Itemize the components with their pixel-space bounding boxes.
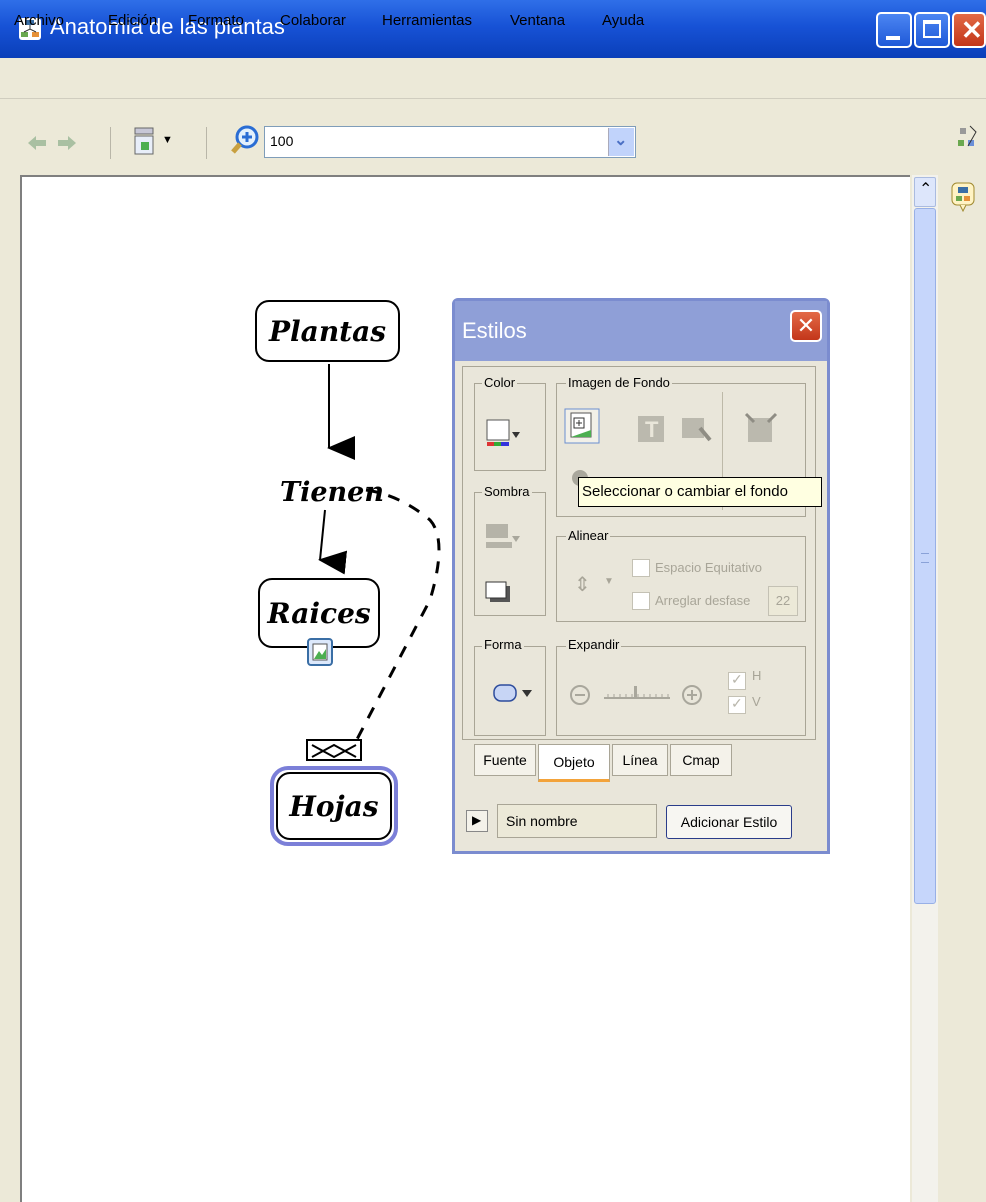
fix-offset-label: Arreglar desfase xyxy=(655,593,751,608)
close-icon: ✕ xyxy=(796,313,816,338)
select-background-icon[interactable] xyxy=(564,408,600,444)
expand-h-checkbox[interactable]: ✓ xyxy=(728,671,746,690)
fix-offset-checkbox[interactable] xyxy=(632,592,650,610)
color-group-label: Color xyxy=(482,375,518,390)
chevron-down-icon: ▼ xyxy=(604,576,614,587)
connection-tienen-raices[interactable] xyxy=(318,509,348,575)
add-style-button[interactable]: Adicionar Estilo xyxy=(666,805,792,839)
expand-group-label: Expandir xyxy=(566,637,622,652)
shadow-toggle-icon[interactable] xyxy=(484,578,514,606)
image-resource-icon[interactable] xyxy=(307,638,333,666)
align-group-label: Alinear xyxy=(566,528,611,543)
tooltip: Seleccionar o cambiar el fondo xyxy=(578,477,822,507)
fill-color-icon[interactable] xyxy=(486,418,520,452)
tab-fuente[interactable]: Fuente xyxy=(474,744,536,776)
tab-cmap[interactable]: Cmap xyxy=(670,744,732,776)
linking-phrase-tienen[interactable]: Tienen xyxy=(280,477,384,508)
scale-background-icon xyxy=(682,418,712,442)
tab-objeto[interactable]: Objeto xyxy=(538,744,610,782)
styles-panel-close-button[interactable]: ✕ xyxy=(790,310,822,342)
expand-h-label: H xyxy=(752,668,762,683)
background-position-icon xyxy=(744,412,778,442)
tab-linea[interactable]: Línea xyxy=(612,744,668,776)
shadow-color-icon xyxy=(486,524,520,548)
style-list-toggle-button[interactable]: ▶ xyxy=(466,810,488,832)
shadow-group-label: Sombra xyxy=(482,484,532,499)
equal-spacing-label: Espacio Equitativo xyxy=(655,560,762,575)
align-icon: ⇕ xyxy=(574,574,591,596)
shape-selector-icon[interactable] xyxy=(492,682,540,704)
style-name-field[interactable]: Sin nombre xyxy=(497,804,657,838)
text-background-icon: T xyxy=(638,416,664,442)
expand-v-label: V xyxy=(752,694,761,709)
styles-panel-title: Estilos xyxy=(462,318,527,343)
equal-spacing-checkbox[interactable] xyxy=(632,559,650,577)
svg-text:T: T xyxy=(645,417,659,442)
expand-v-checkbox[interactable]: ✓ xyxy=(728,695,746,714)
link-resize-handle[interactable] xyxy=(306,737,362,763)
concept-hojas[interactable]: Hojas xyxy=(276,772,392,840)
shape-group-label: Forma xyxy=(482,637,524,652)
offset-value-field[interactable]: 22 xyxy=(768,586,798,616)
background-image-group-label: Imagen de Fondo xyxy=(566,375,672,390)
expand-slider[interactable] xyxy=(568,680,728,710)
play-icon: ▶ xyxy=(472,813,482,827)
concept-plantas[interactable]: Plantas xyxy=(255,300,400,362)
